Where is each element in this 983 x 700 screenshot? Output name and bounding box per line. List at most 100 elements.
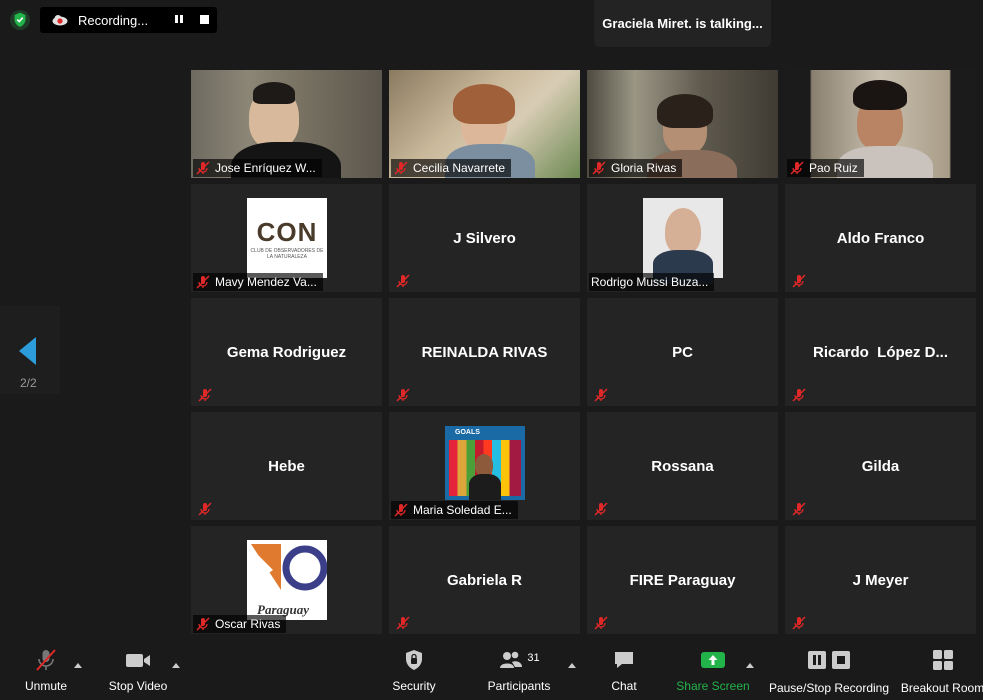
participant-tile[interactable]: Paraguay Oscar Rivas <box>191 526 382 634</box>
recording-indicator: Recording... <box>40 7 217 33</box>
pause-stop-recording-button[interactable]: Pause/Stop Recording <box>768 645 890 700</box>
meeting-toolbar: Unmute Stop Video Security 31 Participan… <box>0 645 983 700</box>
participant-tile[interactable]: Gabriela R <box>389 526 580 634</box>
share-screen-icon <box>700 645 726 675</box>
participants-button[interactable]: 31 Participants <box>484 645 554 700</box>
share-screen-button[interactable]: Share Screen <box>674 645 752 700</box>
participant-tile[interactable]: Aldo Franco <box>785 184 976 292</box>
participant-hair <box>253 82 295 104</box>
participant-tile[interactable]: Rodrigo Mussi Buza... <box>587 184 778 292</box>
chat-bubble-icon <box>612 645 636 675</box>
participant-tile[interactable]: CON CLUB DE OBSERVADORES DE LA NATURALEZ… <box>191 184 382 292</box>
participant-name: Aldo Franco <box>836 229 925 247</box>
participant-tile[interactable]: J Meyer <box>785 526 976 634</box>
participant-tile[interactable]: Hebe <box>191 412 382 520</box>
chat-button[interactable]: Chat <box>604 645 644 700</box>
muted-mic-icon <box>792 616 806 630</box>
participant-name: Oscar Rivas <box>215 617 281 631</box>
muted-mic-icon <box>396 274 410 288</box>
breakout-rooms-icon <box>932 645 954 675</box>
participant-name: J Meyer <box>852 571 909 589</box>
participant-logo: Paraguay <box>247 540 327 620</box>
participants-options-caret[interactable] <box>568 663 576 668</box>
participants-count: 31 <box>527 652 540 664</box>
participant-tile[interactable]: REINALDA RIVAS <box>389 298 580 406</box>
share-options-caret[interactable] <box>746 663 754 668</box>
participant-tile[interactable]: PC <box>587 298 778 406</box>
participant-face <box>475 454 493 476</box>
participant-name-tag: Oscar Rivas <box>193 615 287 633</box>
stop-video-button[interactable]: Stop Video <box>106 645 170 700</box>
muted-mic-icon <box>792 388 806 402</box>
con-logo-subtitle: CLUB DE OBSERVADORES DE LA NATURALEZA <box>250 247 324 260</box>
active-speaker-text: Graciela Miret. is talking... <box>602 16 763 31</box>
goals-banner-text: GOALS <box>455 429 480 436</box>
previous-page-arrow-icon[interactable] <box>19 337 36 365</box>
participant-name-tag: Mavy Mendez Va... <box>193 273 323 291</box>
muted-mic-icon <box>594 388 608 402</box>
participant-tile[interactable]: J Silvero <box>389 184 580 292</box>
participant-tile[interactable]: Ricardo López D... <box>785 298 976 406</box>
unmute-button[interactable]: Unmute <box>20 645 72 700</box>
participant-name: Gilda <box>861 457 900 475</box>
page-indicator: 2/2 <box>20 376 37 390</box>
audio-options-caret[interactable] <box>74 663 82 668</box>
participant-tile[interactable]: Rossana <box>587 412 778 520</box>
security-shield-icon <box>9 9 31 31</box>
muted-mic-icon <box>394 161 408 175</box>
muted-mic-icon <box>592 161 606 175</box>
participant-face <box>665 208 701 254</box>
muted-mic-icon <box>792 502 806 516</box>
participant-name: Gloria Rivas <box>611 161 677 175</box>
participant-name: PC <box>672 343 693 361</box>
recording-status-text: Recording... <box>78 12 149 28</box>
participant-name: Ricardo López D... <box>812 343 948 361</box>
muted-mic-icon <box>196 161 210 175</box>
chat-label: Chat <box>611 679 637 693</box>
fire-paraguay-logo-icon <box>251 544 327 591</box>
breakout-rooms-label: Breakout Room <box>900 681 983 695</box>
video-camera-icon <box>124 645 152 675</box>
participant-name: Gema Rodriguez <box>226 343 347 361</box>
participant-name: Mavy Mendez Va... <box>215 275 317 289</box>
muted-mic-icon <box>196 275 210 289</box>
participant-shirt <box>469 474 501 500</box>
gallery-pager: 2/2 <box>0 306 60 394</box>
stop-icon <box>832 651 850 669</box>
participant-name-tag: Maria Soledad E... <box>391 501 518 519</box>
participant-tile[interactable]: Gema Rodriguez <box>191 298 382 406</box>
pause-stop-recording-label: Pause/Stop Recording <box>768 681 890 695</box>
muted-mic-icon <box>33 645 59 675</box>
stop-video-label: Stop Video <box>108 679 168 693</box>
security-label: Security <box>392 679 436 693</box>
participant-tile[interactable]: Cecilia Navarrete <box>389 70 580 178</box>
participant-hair <box>657 94 713 128</box>
security-shield-icon <box>403 645 425 675</box>
breakout-rooms-button[interactable]: Breakout Room <box>900 645 983 700</box>
con-logo-text: CON <box>256 216 318 247</box>
muted-mic-icon <box>198 502 212 516</box>
participant-tile[interactable]: GOALS Maria Soledad E... <box>389 412 580 520</box>
participant-photo <box>643 198 723 284</box>
active-speaker-banner: Graciela Miret. is talking... <box>594 0 771 47</box>
participant-logo: CON CLUB DE OBSERVADORES DE LA NATURALEZ… <box>247 198 327 278</box>
participant-name-tag: Pao Ruiz <box>787 159 864 177</box>
participant-tile[interactable]: FIRE Paraguay <box>587 526 778 634</box>
pause-stop-icons <box>807 645 851 675</box>
participant-name: Rossana <box>651 457 714 475</box>
security-button[interactable]: Security <box>388 645 440 700</box>
stop-recording-button[interactable] <box>200 15 209 24</box>
participant-tile[interactable]: Gloria Rivas <box>587 70 778 178</box>
participant-goals-image: GOALS <box>445 426 525 500</box>
participant-tile[interactable]: Pao Ruiz <box>785 70 976 178</box>
pause-recording-button[interactable] <box>172 13 186 27</box>
participant-name: REINALDA RIVAS <box>421 343 548 361</box>
muted-mic-icon <box>396 616 410 630</box>
participant-tile[interactable]: Gilda <box>785 412 976 520</box>
participant-name: Hebe <box>268 457 305 475</box>
participants-icon: 31 <box>498 645 540 675</box>
participant-tile[interactable]: Jose Enríquez W... <box>191 70 382 178</box>
video-options-caret[interactable] <box>172 663 180 668</box>
participants-label: Participants <box>487 679 551 693</box>
muted-mic-icon <box>594 502 608 516</box>
